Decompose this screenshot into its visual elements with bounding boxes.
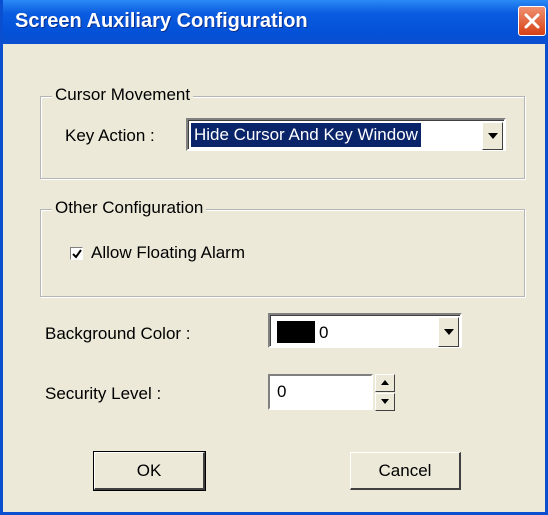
cancel-button[interactable]: Cancel bbox=[350, 452, 461, 490]
spin-down-button[interactable] bbox=[375, 393, 395, 411]
background-color-label: Background Color : bbox=[45, 324, 191, 343]
allow-floating-alarm-checkbox[interactable] bbox=[70, 247, 83, 260]
chevron-down-icon bbox=[444, 329, 454, 335]
key-action-value: Hide Cursor And Key Window bbox=[191, 123, 421, 147]
checkmark-icon bbox=[72, 249, 82, 259]
key-action-select[interactable]: Hide Cursor And Key Window bbox=[186, 118, 506, 151]
spin-up-button[interactable] bbox=[375, 374, 395, 392]
security-level-input[interactable]: 0 bbox=[268, 374, 373, 410]
close-icon bbox=[524, 13, 540, 29]
color-swatch bbox=[277, 321, 315, 343]
ok-button[interactable]: OK bbox=[93, 451, 206, 491]
background-color-dropdown-button[interactable] bbox=[438, 317, 459, 347]
security-level-label: Security Level : bbox=[45, 384, 162, 403]
cancel-button-label: Cancel bbox=[378, 461, 432, 480]
cursor-movement-label: Cursor Movement bbox=[52, 85, 194, 105]
security-level-value: 0 bbox=[277, 382, 287, 401]
title-bar[interactable]: Screen Auxiliary Configuration bbox=[3, 0, 548, 44]
other-configuration-label: Other Configuration bbox=[52, 198, 207, 218]
dialog-window: Screen Auxiliary Configuration Cursor Mo… bbox=[0, 0, 548, 515]
key-action-dropdown-button[interactable] bbox=[482, 122, 503, 150]
ok-button-label: OK bbox=[136, 461, 162, 480]
window-title: Screen Auxiliary Configuration bbox=[15, 10, 308, 32]
background-color-value: 0 bbox=[319, 323, 329, 342]
close-button[interactable] bbox=[518, 6, 546, 36]
arrow-down-icon bbox=[381, 399, 389, 404]
arrow-up-icon bbox=[381, 380, 389, 385]
key-action-label: Key Action : bbox=[65, 126, 155, 145]
chevron-down-icon bbox=[488, 133, 498, 139]
background-color-select[interactable]: 0 bbox=[268, 313, 462, 348]
allow-floating-alarm-label: Allow Floating Alarm bbox=[91, 243, 246, 262]
